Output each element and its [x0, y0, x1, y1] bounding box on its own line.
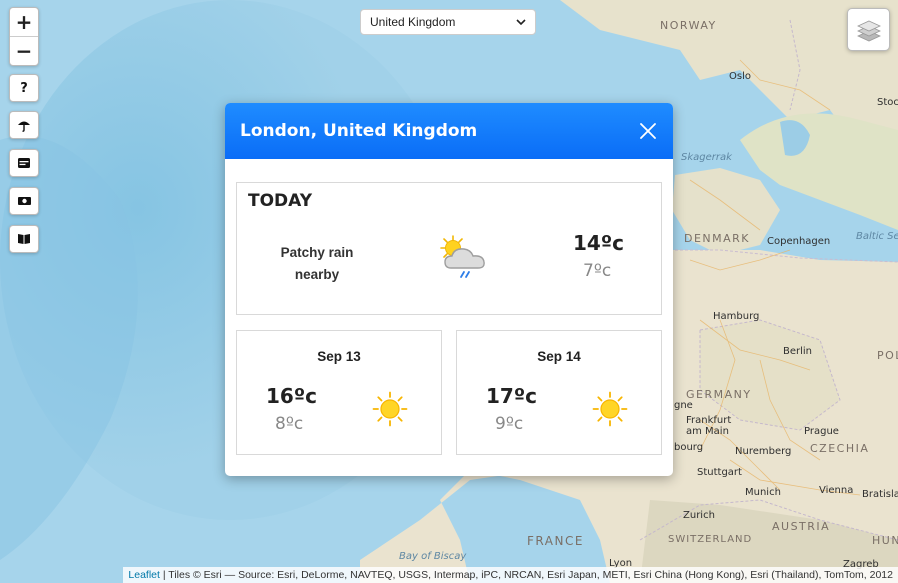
help-button[interactable]: ? — [9, 74, 39, 102]
umbrella-icon — [18, 121, 30, 132]
map-label-gne: gne — [674, 400, 693, 411]
zoom-in-button[interactable]: + — [10, 8, 38, 36]
forecast-card: Sep 14 17ºc 9ºc — [456, 330, 662, 455]
book-button[interactable] — [9, 225, 39, 253]
map-label-vienna: Vienna — [819, 485, 854, 496]
zoom-control: + − — [9, 7, 39, 66]
card-icon — [18, 158, 30, 168]
map-label-stockholm: Stoc — [877, 97, 898, 108]
map-label-baltic: Baltic Se — [856, 231, 898, 242]
layers-icon — [856, 20, 881, 41]
money-icon — [17, 197, 31, 205]
country-select-value: United Kingdom — [370, 15, 456, 29]
map-label-zurich: Zurich — [683, 510, 715, 521]
modal-title: London, United Kingdom — [240, 121, 478, 141]
today-card: TODAY Patchy rain nearby 14ºc 7ºc — [236, 182, 662, 315]
map-label-skagerrak: Skagerrak — [681, 152, 732, 163]
map-label-prague: Prague — [804, 426, 839, 437]
map-label-france: FRANCE — [527, 534, 584, 548]
map-label-poland: POL — [877, 349, 898, 362]
map-label-hamburg: Hamburg — [713, 311, 760, 322]
modal-header: London, United Kingdom — [225, 103, 673, 159]
umbrella-button[interactable] — [9, 111, 39, 139]
forecast-high-temp: 17ºc — [486, 384, 537, 408]
today-label: TODAY — [248, 191, 312, 211]
map-label-denmark: DENMARK — [684, 232, 751, 245]
map-label-frankfurt: Frankfurt am Main — [686, 415, 732, 437]
map-label-austria: AUSTRIA — [772, 520, 831, 533]
map-label-norway: NORWAY — [660, 19, 717, 32]
map-label-czechia: CZECHIA — [810, 442, 870, 455]
today-high-temp: 14ºc — [573, 231, 624, 255]
card-button[interactable] — [9, 149, 39, 177]
partly-cloudy-rain-icon — [440, 235, 485, 278]
zoom-out-button[interactable]: − — [10, 36, 38, 65]
attribution-text: | Tiles © Esri — Source: Esri, DeLorme, … — [159, 569, 893, 581]
today-condition: Patchy rain nearby — [280, 245, 354, 282]
forecast-low-temp: 9ºc — [495, 414, 524, 434]
weather-modal: London, United Kingdom TODAY Patchy rain… — [225, 103, 673, 476]
chevron-down-icon — [516, 18, 526, 25]
money-button[interactable] — [9, 187, 39, 215]
country-select[interactable]: United Kingdom — [360, 9, 536, 35]
map-label-nuremberg: Nuremberg — [735, 446, 792, 457]
forecast-date: Sep 14 — [537, 349, 581, 364]
map-label-switzerland: SWITZERLAND — [668, 534, 753, 545]
map-label-copenhagen: Copenhagen — [767, 236, 831, 247]
map-label-ourg: bourg — [674, 442, 704, 453]
map-label-bratislava: Bratisla — [862, 489, 898, 500]
forecast-date: Sep 13 — [317, 349, 361, 364]
forecast-high-temp: 16ºc — [266, 384, 317, 408]
layers-button[interactable] — [847, 8, 890, 51]
close-icon[interactable] — [638, 121, 658, 141]
forecast-card: Sep 13 16ºc 8ºc — [236, 330, 442, 455]
map-label-munich: Munich — [745, 487, 781, 498]
book-icon — [18, 234, 30, 244]
map-label-oslo: Oslo — [729, 71, 751, 82]
sun-icon — [592, 391, 628, 427]
leaflet-link[interactable]: Leaflet — [128, 569, 160, 581]
sun-icon — [372, 391, 408, 427]
map-label-hun: HUN — [872, 534, 898, 547]
map-attribution: Leaflet | Tiles © Esri — Source: Esri, D… — [123, 567, 898, 583]
map-label-berlin: Berlin — [783, 346, 813, 357]
map-label-germany: GERMANY — [686, 388, 752, 401]
today-low-temp: 7ºc — [583, 261, 612, 281]
help-icon: ? — [20, 80, 28, 96]
map-label-stuttgart: Stuttgart — [697, 467, 742, 478]
map-label-bay-of-biscay: Bay of Biscay — [399, 551, 467, 562]
forecast-low-temp: 8ºc — [275, 414, 304, 434]
